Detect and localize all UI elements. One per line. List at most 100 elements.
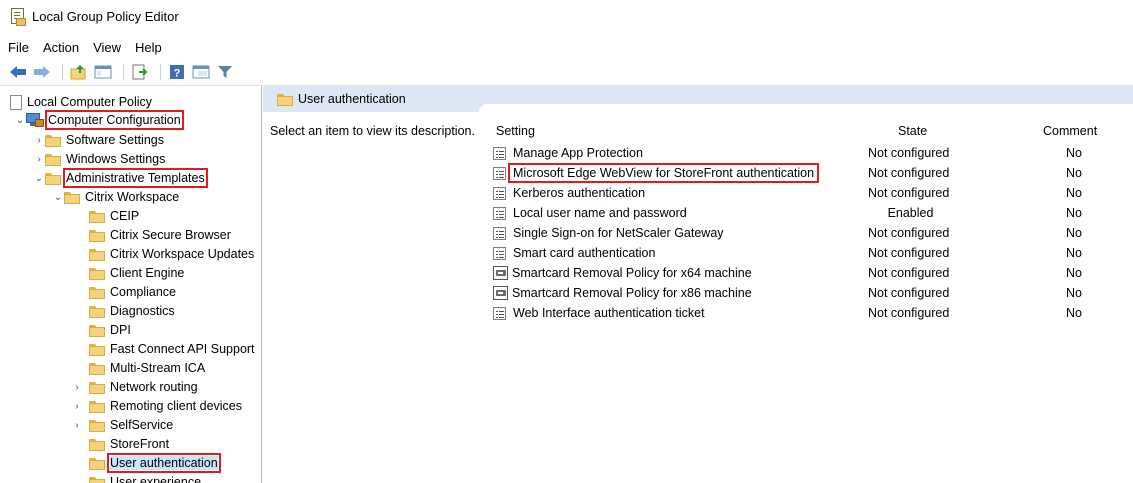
tree-item-administrative-templates[interactable]: ⌄ Administrative Templates	[33, 168, 208, 188]
menu-view[interactable]: View	[86, 40, 128, 55]
folder-icon	[45, 134, 61, 147]
tree-item-label: Network routing	[110, 380, 198, 394]
chevron-right-icon[interactable]: ›	[33, 154, 45, 165]
tree-item-citrix-workspace[interactable]: ⌄ Citrix Workspace	[52, 188, 179, 206]
chevron-down-icon[interactable]: ⌄	[52, 192, 64, 203]
group-policy-app-icon	[10, 8, 26, 26]
policy-setting-icon	[493, 246, 506, 260]
back-arrow-icon[interactable]	[8, 63, 28, 81]
setting-row[interactable]: Local user name and password Enabled No	[493, 204, 1133, 222]
tree-item[interactable]: StoreFront	[71, 435, 169, 453]
tree-item[interactable]: › Remoting client devices	[71, 397, 242, 415]
setting-name: Smart card authentication	[513, 246, 656, 260]
computer-icon	[26, 113, 44, 127]
folder-icon	[89, 248, 105, 261]
setting-row[interactable]: Kerberos authentication Not configured No	[493, 184, 1133, 202]
tree-item[interactable]: Citrix Workspace Updates	[71, 245, 254, 263]
tree-item-software-settings[interactable]: › Software Settings	[33, 131, 164, 149]
menu-help[interactable]: Help	[128, 40, 169, 55]
setting-comment: No	[1066, 186, 1082, 200]
setting-row[interactable]: Smart card authentication Not configured N…	[493, 244, 1133, 262]
toolbar: ?	[0, 61, 239, 83]
setting-comment: No	[1066, 206, 1082, 220]
tree-item[interactable]: Compliance	[71, 283, 176, 301]
setting-row[interactable]: Smartcard Removal Policy for x64 machine…	[493, 264, 1133, 282]
policy-setting-icon	[493, 166, 506, 180]
filter-icon[interactable]	[215, 63, 235, 81]
column-header-state[interactable]: State	[898, 124, 927, 138]
policy-setting-icon	[493, 186, 506, 200]
tree-item[interactable]: › Network routing	[71, 378, 198, 396]
chevron-down-icon[interactable]: ⌄	[14, 115, 26, 126]
tree-item[interactable]: Multi-Stream ICA	[71, 359, 205, 377]
policy-setting-special-icon	[493, 286, 508, 300]
tree-item[interactable]: User experience	[71, 473, 201, 483]
menu-action[interactable]: Action	[36, 40, 86, 55]
setting-comment: No	[1066, 146, 1082, 160]
tree-item-label: StoreFront	[110, 437, 170, 451]
tree-item-label: Multi-Stream ICA	[110, 361, 206, 375]
setting-state: Not configured	[868, 286, 950, 300]
setting-row[interactable]: Smartcard Removal Policy for x86 machine…	[493, 284, 1133, 302]
console-tree[interactable]: Local Computer Policy ⌄ Computer Configu…	[0, 86, 262, 483]
tree-item-label: Fast Connect API Support	[110, 342, 255, 356]
setting-row[interactable]: Manage App Protection Not configured No	[493, 144, 1133, 162]
detail-header: User authentication	[263, 86, 1133, 112]
menu-file[interactable]: File	[0, 40, 36, 55]
column-header-setting[interactable]: Setting	[496, 124, 535, 138]
tree-item[interactable]: DPI	[71, 321, 131, 339]
folder-icon	[89, 362, 105, 375]
help-icon[interactable]: ?	[167, 63, 187, 81]
up-folder-icon[interactable]	[69, 63, 89, 81]
tree-item[interactable]: Diagnostics	[71, 302, 175, 320]
tree-item-local-computer-policy[interactable]: Local Computer Policy	[8, 93, 152, 111]
toolbar-separator	[160, 64, 161, 80]
toolbar-separator	[62, 64, 63, 80]
tree-item[interactable]: Citrix Secure Browser	[71, 226, 231, 244]
tree-item[interactable]: User authentication	[71, 453, 221, 473]
tree-item-label: Citrix Secure Browser	[110, 228, 231, 242]
setting-comment: No	[1066, 286, 1082, 300]
export-list-icon[interactable]	[130, 63, 150, 81]
show-hide-tree-icon[interactable]	[93, 63, 113, 81]
tree-item[interactable]: Client Engine	[71, 264, 184, 282]
tree-item-windows-settings[interactable]: › Windows Settings	[33, 150, 165, 168]
chevron-right-icon[interactable]: ›	[71, 382, 83, 393]
setting-name: Single Sign-on for NetScaler Gateway	[513, 226, 724, 240]
setting-name: Smartcard Removal Policy for x64 machine	[512, 266, 752, 280]
folder-icon	[89, 476, 105, 483]
toolbar-separator	[123, 64, 124, 80]
tree-item-label: User experience	[110, 475, 202, 483]
folder-open-icon	[45, 172, 61, 185]
folder-icon	[45, 153, 61, 166]
folder-icon	[89, 305, 105, 318]
tree-item[interactable]: Fast Connect API Support	[71, 340, 255, 358]
setting-state: Enabled	[887, 206, 934, 220]
tree-item[interactable]: CEIP	[71, 207, 139, 225]
folder-icon	[89, 419, 105, 432]
setting-state: Not configured	[868, 246, 950, 260]
policy-setting-icon	[493, 146, 506, 160]
setting-name: Local user name and password	[513, 206, 687, 220]
setting-name: Manage App Protection	[513, 146, 643, 160]
tree-item[interactable]: › SelfService	[71, 416, 173, 434]
setting-state: Not configured	[868, 166, 950, 180]
setting-row[interactable]: Microsoft Edge WebView for StoreFront au…	[493, 163, 1133, 183]
tree-item-label: Remoting client devices	[110, 399, 243, 413]
tree-item-label: Compliance	[110, 285, 177, 299]
properties-icon[interactable]	[191, 63, 211, 81]
setting-row[interactable]: Single Sign-on for NetScaler Gateway Not …	[493, 224, 1133, 242]
chevron-right-icon[interactable]: ›	[71, 401, 83, 412]
folder-icon	[89, 400, 105, 413]
folder-icon	[89, 210, 105, 223]
tree-item-label: Diagnostics	[110, 304, 175, 318]
chevron-down-icon[interactable]: ⌄	[33, 173, 45, 184]
chevron-right-icon[interactable]: ›	[33, 135, 45, 146]
folder-icon	[89, 381, 105, 394]
forward-arrow-icon[interactable]	[32, 63, 52, 81]
chevron-right-icon[interactable]: ›	[71, 420, 83, 431]
setting-row[interactable]: Web Interface authentication ticket Not c…	[493, 304, 1133, 322]
tree-item-computer-configuration[interactable]: ⌄ Computer Configuration	[14, 110, 184, 130]
folder-icon	[89, 457, 105, 470]
column-header-comment[interactable]: Comment	[1043, 124, 1097, 138]
